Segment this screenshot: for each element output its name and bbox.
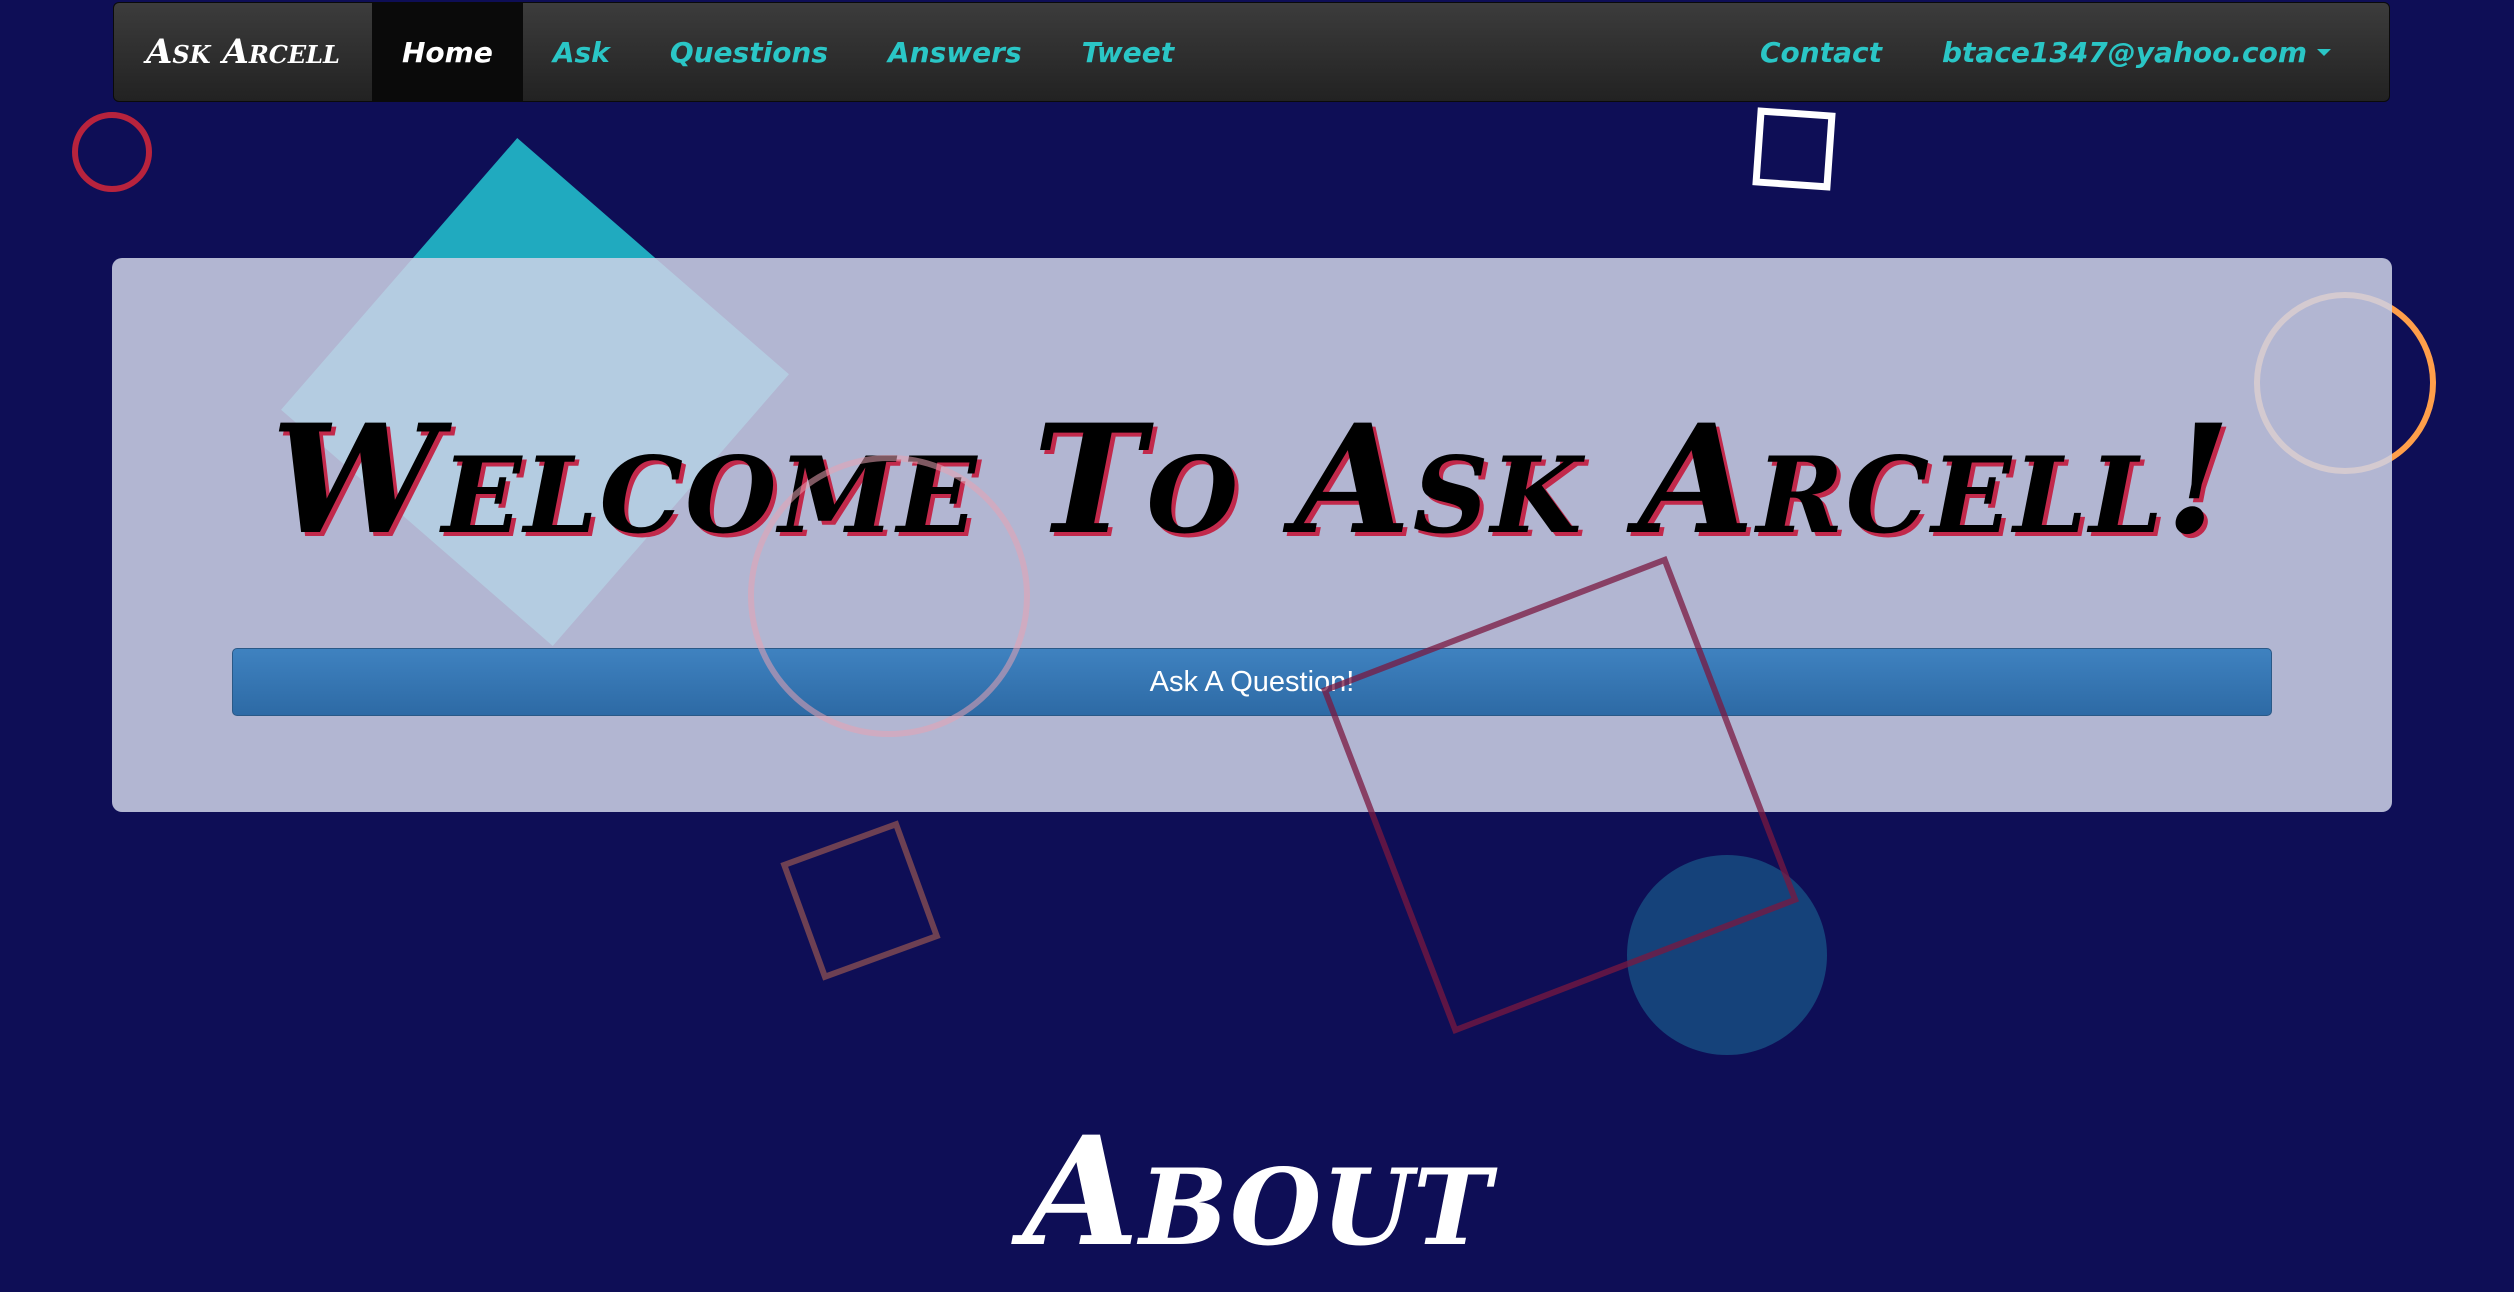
- nav-item-questions[interactable]: Questions: [640, 3, 858, 101]
- nav-item-home[interactable]: Home: [372, 3, 523, 101]
- nav-item-answers[interactable]: Answers: [858, 3, 1052, 101]
- ask-question-button[interactable]: Ask A Question!: [232, 648, 2272, 716]
- nav-item-contact[interactable]: Contact: [1730, 3, 1912, 101]
- nav-item-ask[interactable]: Ask: [523, 3, 640, 101]
- decorative-brown-square: [780, 820, 941, 981]
- welcome-title: Welcome To Ask Arcell!: [271, 392, 2233, 568]
- user-email: btace1347@yahoo.com: [1941, 35, 2307, 69]
- page: Ask Arcell Home Ask Questions Answers Tw…: [0, 0, 2514, 1292]
- decorative-pink-circle: [748, 455, 1030, 737]
- welcome-panel: Welcome To Ask Arcell! Ask A Question!: [112, 258, 2392, 812]
- decorative-red-circle: [72, 112, 152, 192]
- user-dropdown[interactable]: btace1347@yahoo.com: [1912, 3, 2389, 101]
- about-heading: About: [1022, 1104, 1492, 1280]
- top-navbar: Ask Arcell Home Ask Questions Answers Tw…: [113, 2, 2390, 102]
- caret-down-icon: [2317, 48, 2331, 56]
- nav-item-tweet[interactable]: Tweet: [1052, 3, 1204, 101]
- brand-link[interactable]: Ask Arcell: [114, 3, 372, 101]
- decorative-white-square: [1752, 107, 1836, 191]
